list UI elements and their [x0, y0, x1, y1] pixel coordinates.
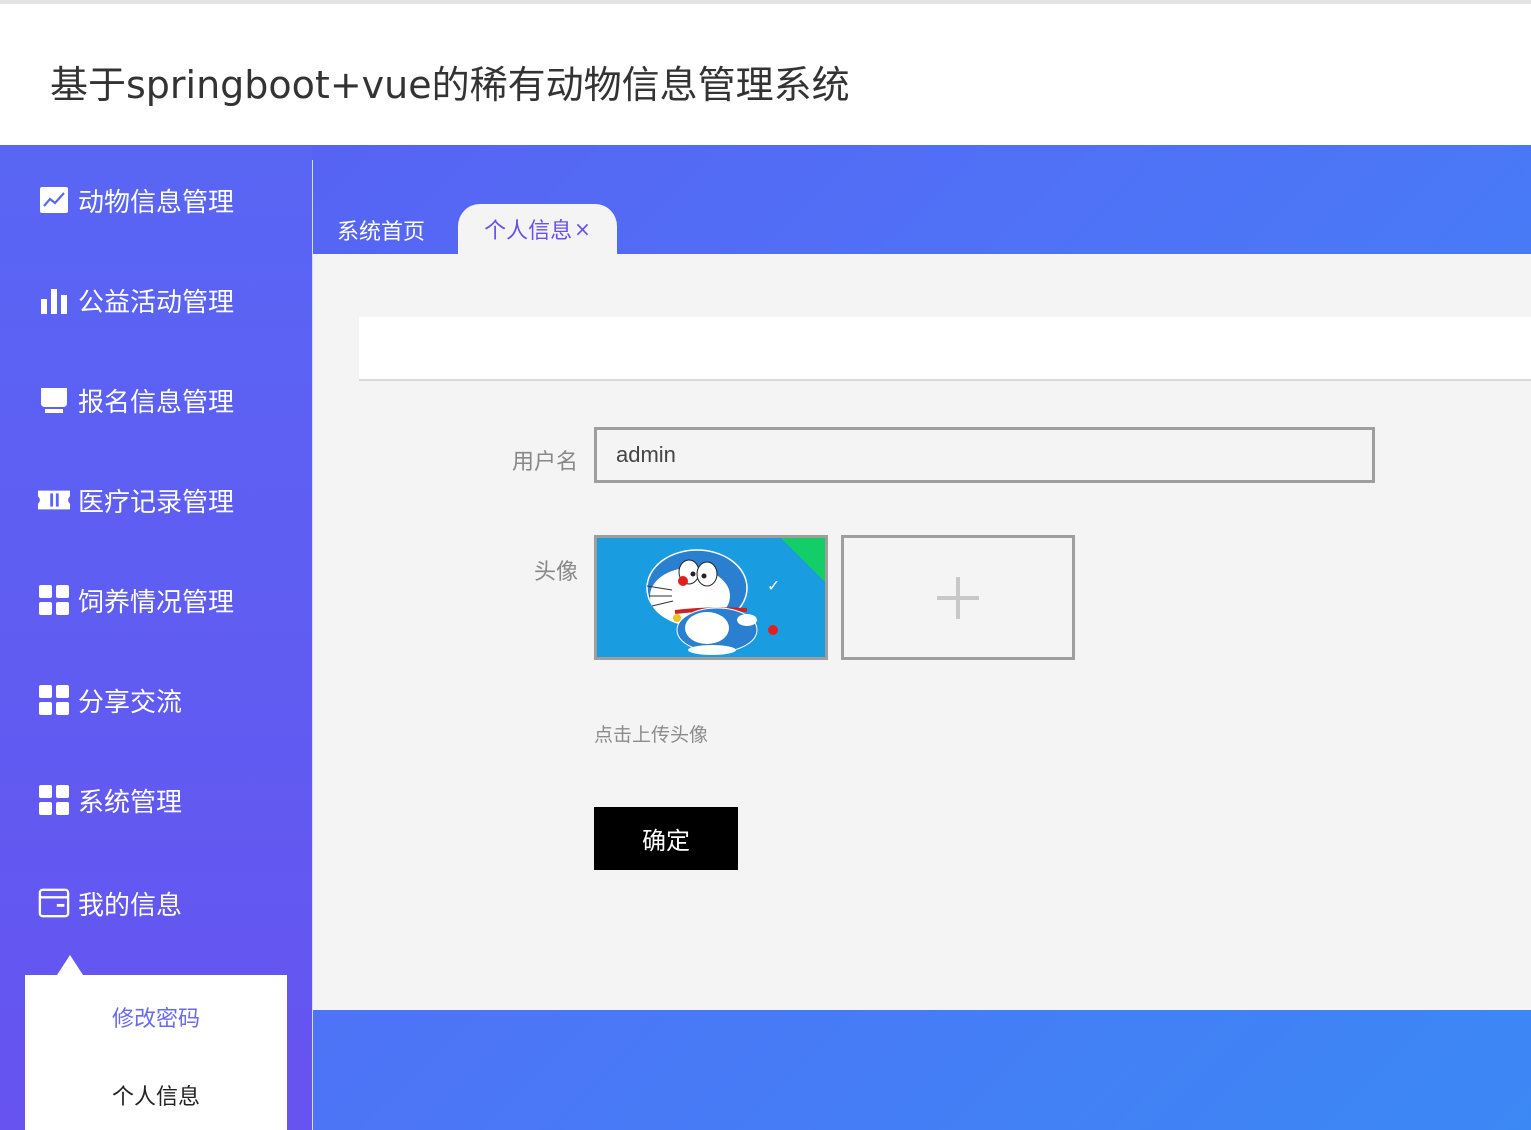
- grid-icon: [38, 584, 70, 616]
- sidebar-item-label: 我的信息: [78, 890, 183, 921]
- sidebar-item-sharing[interactable]: 分享交流: [38, 680, 182, 720]
- sidebar-item-charity-activity[interactable]: 公益活动管理: [38, 280, 234, 320]
- sidebar-item-system[interactable]: 系统管理: [38, 780, 182, 820]
- submenu-arrow: [57, 955, 83, 975]
- sidebar-item-label: 公益活动管理: [78, 287, 235, 318]
- top-bar: 基于springboot+vue的稀有动物信息管理系统: [0, 0, 1531, 145]
- shop-icon: [38, 384, 70, 416]
- tab-personal-info[interactable]: 个人信息 ×: [458, 204, 617, 254]
- content-header-bar: [359, 317, 1531, 381]
- sidebar-item-label: 饲养情况管理: [78, 587, 235, 618]
- sidebar-item-animal-info[interactable]: 动物信息管理: [38, 180, 234, 220]
- upload-success-corner: [780, 538, 825, 583]
- sidebar-item-label: 分享交流: [78, 687, 183, 718]
- tab-home[interactable]: 系统首页: [337, 214, 425, 246]
- confirm-button[interactable]: 确定: [594, 807, 738, 870]
- my-info-submenu: 修改密码 个人信息: [25, 975, 287, 1130]
- grid-icon: [38, 784, 70, 816]
- check-icon: ✓: [767, 576, 781, 595]
- grid-icon: [38, 684, 70, 716]
- submenu-item-change-password[interactable]: 修改密码: [25, 1001, 287, 1033]
- wallet-icon: [38, 887, 70, 919]
- username-label: 用户名: [512, 450, 579, 475]
- sidebar-item-feeding[interactable]: 饲养情况管理: [38, 580, 234, 620]
- sidebar-item-registration[interactable]: 报名信息管理: [38, 380, 234, 420]
- trend-chart-icon: [38, 184, 70, 216]
- sidebar-item-label: 医疗记录管理: [78, 487, 235, 518]
- plus-icon: [937, 576, 979, 619]
- sidebar-item-my-info[interactable]: 我的信息: [38, 883, 182, 923]
- sidebar-item-label: 报名信息管理: [78, 387, 235, 418]
- avatar-image[interactable]: ✓: [594, 535, 828, 660]
- avatar-label: 头像: [534, 560, 579, 585]
- ticket-icon: [38, 484, 70, 516]
- tab-label: 个人信息: [484, 219, 573, 244]
- submenu-item-personal-info[interactable]: 个人信息: [25, 1079, 287, 1111]
- app-title: 基于springboot+vue的稀有动物信息管理系统: [50, 63, 850, 107]
- sidebar-item-label: 动物信息管理: [78, 187, 235, 218]
- bar-chart-icon: [38, 284, 70, 316]
- close-icon[interactable]: ×: [574, 217, 591, 241]
- upload-avatar-button[interactable]: [841, 535, 1075, 660]
- sidebar-item-medical-record[interactable]: 医疗记录管理: [38, 480, 234, 520]
- sidebar-item-label: 系统管理: [78, 787, 183, 818]
- upload-tip: 点击上传头像: [594, 724, 709, 746]
- username-input[interactable]: [594, 427, 1375, 483]
